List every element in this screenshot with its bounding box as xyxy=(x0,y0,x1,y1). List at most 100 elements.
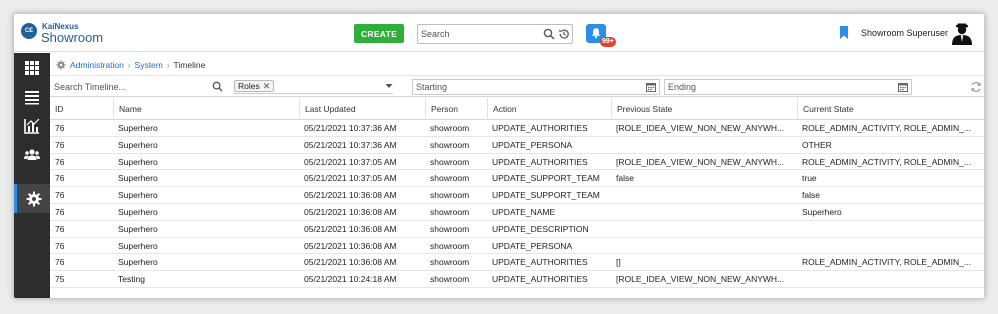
calendar-icon[interactable] xyxy=(898,82,908,92)
cell-current-state: Superhero xyxy=(802,206,842,217)
column-header-previous-state[interactable]: Previous State xyxy=(611,98,797,120)
cell-person: showroom xyxy=(430,139,470,150)
cell-last-updated: 05/21/2021 10:36:08 AM xyxy=(304,190,397,201)
column-header-person[interactable]: Person xyxy=(425,98,487,120)
close-icon[interactable]: ✕ xyxy=(263,81,271,91)
table-row[interactable]: 76 Superhero 05/21/2021 10:37:05 AM showroo… xyxy=(50,170,984,188)
table-row[interactable]: 76 Superhero 05/21/2021 10:36:08 AM showroo… xyxy=(50,204,984,221)
cell-previous-state xyxy=(611,204,797,220)
app-window: CE KaiNexus Showroom CREATE 99+ xyxy=(13,13,985,299)
refresh-icon[interactable] xyxy=(970,81,982,93)
timeline-search-input[interactable] xyxy=(54,79,204,94)
cell-current-state xyxy=(797,221,984,237)
cell-person: showroom xyxy=(430,190,470,201)
cell-last-updated: 05/21/2021 10:37:05 AM xyxy=(304,156,397,167)
cell-action: UPDATE_AUTHORITIES xyxy=(492,123,588,133)
sidebar-item-reports[interactable] xyxy=(14,111,50,140)
table-row[interactable]: 76 Superhero 05/21/2021 10:37:36 AM showroo… xyxy=(50,137,984,154)
bookmark-icon[interactable] xyxy=(839,26,849,39)
ending-date-input[interactable] xyxy=(668,81,868,93)
grid-icon xyxy=(25,60,39,75)
sidebar-item-list[interactable] xyxy=(14,82,50,111)
notification-count-badge: 99+ xyxy=(600,37,616,47)
chevron-down-icon[interactable] xyxy=(385,82,393,90)
roles-chip: Roles ✕ xyxy=(234,80,275,92)
cell-previous-state xyxy=(611,187,797,203)
cell-previous-state: [ROLE_IDEA_VIEW_NON_NEW_ANYWH... xyxy=(616,123,785,133)
cell-action: UPDATE_DESCRIPTION xyxy=(492,223,589,234)
table-row[interactable]: 76 Superhero 05/21/2021 10:36:08 AM showroo… xyxy=(50,254,984,272)
table-row[interactable]: 76 Superhero 05/21/2021 10:36:08 AM showroo… xyxy=(50,221,984,238)
cell-previous-state: false xyxy=(616,173,634,184)
column-header-name[interactable]: Name xyxy=(113,98,299,120)
cell-person: showroom xyxy=(430,257,470,268)
table-row[interactable]: 76 Superhero 05/21/2021 10:37:36 AM showroo… xyxy=(50,120,984,137)
cell-current-state: ROLE_ADMIN_ACTIVITY, ROLE_ADMIN_... xyxy=(802,123,971,133)
cell-id: 76 xyxy=(55,257,65,268)
table-header: ID Name Last Updated Person Action Previ… xyxy=(50,98,984,120)
global-search[interactable] xyxy=(417,24,573,44)
cell-id: 76 xyxy=(55,240,65,251)
column-header-id[interactable]: ID xyxy=(50,98,113,120)
chart-icon xyxy=(24,118,40,134)
avatar[interactable] xyxy=(948,18,976,46)
cell-name: Superhero xyxy=(118,123,158,133)
cell-name: Superhero xyxy=(118,139,158,150)
table-row[interactable]: 76 Superhero 05/21/2021 10:37:05 AM showroo… xyxy=(50,154,984,171)
roles-filter[interactable]: Roles ✕ xyxy=(233,79,393,94)
table-row[interactable]: 76 Superhero 05/21/2021 10:36:08 AM showroo… xyxy=(50,187,984,204)
cell-last-updated: 05/21/2021 10:37:36 AM xyxy=(304,123,397,133)
table-row[interactable]: 76 Superhero 05/21/2021 10:36:08 AM showroo… xyxy=(50,238,984,255)
roles-chip-label: Roles xyxy=(238,81,260,91)
search-icon[interactable] xyxy=(212,81,223,92)
column-header-last-updated[interactable]: Last Updated xyxy=(299,98,425,120)
cell-name: Superhero xyxy=(118,173,158,184)
sidebar-item-dashboard[interactable] xyxy=(14,53,50,82)
history-icon[interactable] xyxy=(558,28,570,40)
brand-subtitle[interactable]: Showroom xyxy=(41,30,103,45)
cell-current-state xyxy=(797,271,984,287)
calendar-icon[interactable] xyxy=(646,82,656,92)
breadcrumb-administration[interactable]: Administration xyxy=(70,60,124,70)
column-header-current-state[interactable]: Current State xyxy=(797,98,984,120)
sidebar-item-admin[interactable] xyxy=(14,184,50,213)
cell-last-updated: 05/21/2021 10:36:08 AM xyxy=(304,223,397,234)
cell-last-updated: 05/21/2021 10:36:08 AM xyxy=(304,257,397,268)
cell-action: UPDATE_NAME xyxy=(492,206,556,217)
table-row[interactable]: 75 Testing 05/21/2021 10:24:18 AM showroom U… xyxy=(50,271,984,288)
cell-action: UPDATE_AUTHORITIES xyxy=(492,257,588,268)
cell-previous-state xyxy=(611,221,797,237)
main-content: Administration › System › Timeline Roles… xyxy=(50,53,984,298)
cell-name: Superhero xyxy=(118,190,158,201)
column-header-action[interactable]: Action xyxy=(487,98,611,120)
cell-current-state: ROLE_ADMIN_ACTIVITY, ROLE_ADMIN_... xyxy=(802,257,971,268)
ending-date-field[interactable] xyxy=(664,79,912,95)
gear-icon xyxy=(56,60,66,70)
sidebar-item-people[interactable] xyxy=(14,140,50,169)
top-bar: CE KaiNexus Showroom CREATE 99+ xyxy=(14,14,984,52)
cell-name: Superhero xyxy=(118,257,158,268)
starting-date-field[interactable] xyxy=(412,79,660,95)
cell-action: UPDATE_PERSONA xyxy=(492,139,573,150)
cell-action: UPDATE_SUPPORT_TEAM xyxy=(492,173,600,184)
cell-name: Superhero xyxy=(118,240,158,251)
search-icon[interactable] xyxy=(543,28,555,40)
cell-id: 76 xyxy=(55,139,65,150)
logo-badge[interactable]: CE xyxy=(21,23,37,39)
cell-id: 76 xyxy=(55,123,65,133)
cell-action: UPDATE_SUPPORT_TEAM xyxy=(492,190,600,201)
cell-last-updated: 05/21/2021 10:36:08 AM xyxy=(304,240,397,251)
filter-bar: Roles ✕ xyxy=(50,75,984,97)
cell-person: showroom xyxy=(430,206,470,217)
breadcrumb-system[interactable]: System xyxy=(135,60,163,70)
global-search-input[interactable] xyxy=(421,28,536,40)
create-button[interactable]: CREATE xyxy=(354,24,404,43)
user-name[interactable]: Showroom Superuser xyxy=(861,28,948,38)
cell-id: 76 xyxy=(55,156,65,167)
cell-name: Superhero xyxy=(118,156,158,167)
cell-name: Superhero xyxy=(118,223,158,234)
starting-date-input[interactable] xyxy=(416,81,616,93)
cell-person: showroom xyxy=(430,173,470,184)
timeline-search[interactable] xyxy=(54,79,224,94)
timeline-table: ID Name Last Updated Person Action Previ… xyxy=(50,98,984,288)
